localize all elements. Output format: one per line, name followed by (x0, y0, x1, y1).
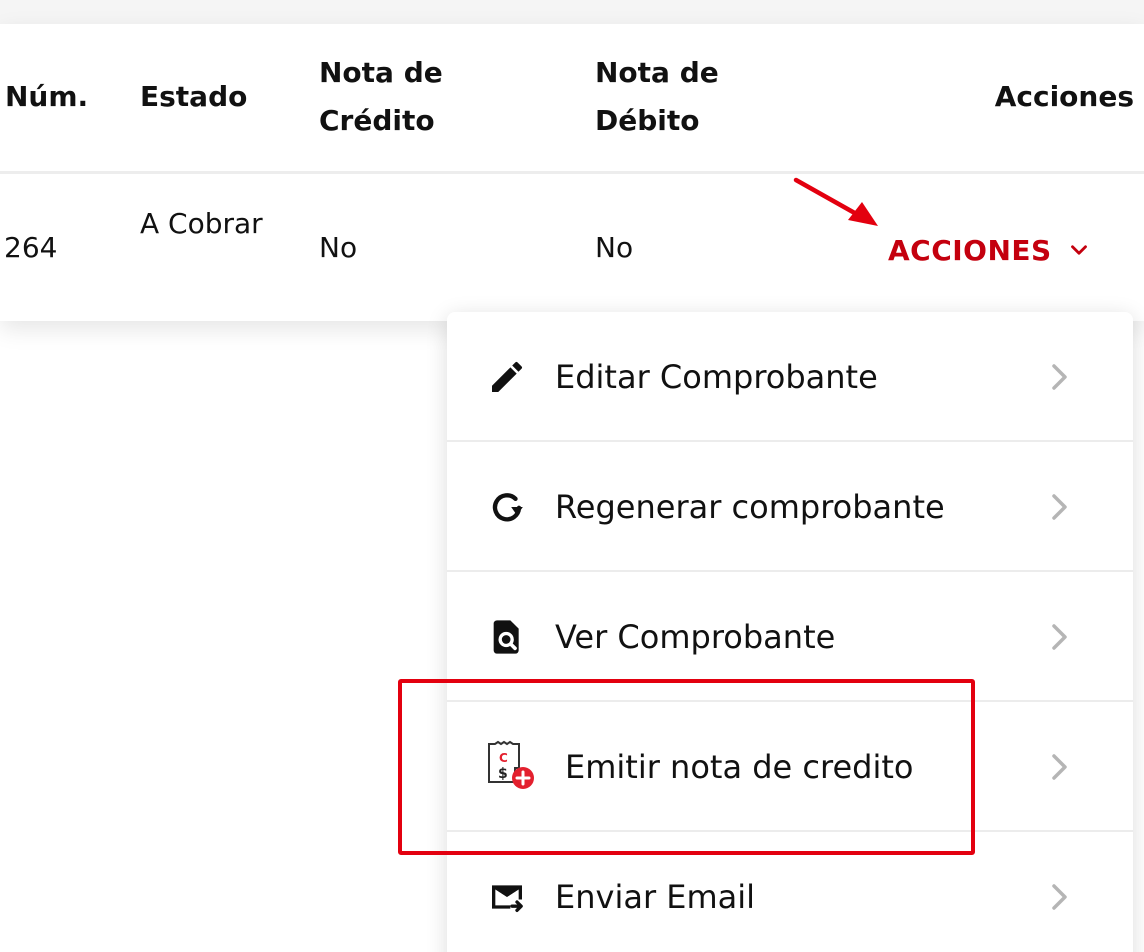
menu-item-regenerar-comprobante[interactable]: Regenerar comprobante (447, 442, 1133, 572)
header-num[interactable]: Núm. (5, 73, 88, 121)
chevron-right-icon (1052, 754, 1067, 780)
menu-item-ver-comprobante[interactable]: Ver Comprobante (447, 572, 1133, 702)
cell-nota-credito: No (319, 231, 358, 264)
annotation-arrow-icon (793, 177, 878, 226)
menu-item-label: Enviar Email (555, 878, 756, 916)
acciones-menu: Editar Comprobante Regenerar comprobante (447, 312, 1133, 952)
chevron-down-icon (1070, 245, 1087, 255)
cell-nota-debito: No (595, 231, 634, 264)
menu-item-label: Regenerar comprobante (555, 488, 945, 526)
header-nota-credito[interactable]: Nota de Crédito (319, 49, 499, 145)
menu-item-editar-comprobante[interactable]: Editar Comprobante (447, 312, 1133, 442)
page: Núm. Estado Nota de Crédito Nota de Débi… (0, 0, 1144, 952)
menu-item-label: Emitir nota de credito (565, 748, 914, 786)
chevron-right-icon (1052, 364, 1067, 390)
header-nota-debito[interactable]: Nota de Débito (595, 49, 775, 145)
email-send-icon (492, 885, 523, 912)
header-divider (0, 171, 1144, 174)
chevron-right-icon (1052, 624, 1067, 650)
pencil-icon (492, 361, 523, 392)
refresh-icon (492, 493, 523, 522)
cell-num: 264 (4, 231, 58, 264)
menu-item-enviar-email[interactable]: Enviar Email (447, 832, 1133, 952)
header-acciones: Acciones (994, 80, 1134, 113)
svg-text:C: C (499, 751, 508, 765)
acciones-button-label: ACCIONES (888, 233, 1052, 267)
header-estado[interactable]: Estado (140, 73, 247, 121)
top-strip (0, 0, 1144, 24)
menu-item-emitir-nota-de-credito[interactable]: C $ Emitir nota de credito (447, 702, 1133, 832)
credit-note-add-icon: C $ (488, 740, 534, 789)
acciones-dropdown-button[interactable]: ACCIONES (888, 226, 1092, 274)
document-search-icon (493, 620, 519, 654)
chevron-right-icon (1052, 494, 1067, 520)
cell-estado: A Cobrar (140, 207, 263, 240)
menu-item-label: Ver Comprobante (555, 618, 836, 656)
chevron-right-icon (1052, 884, 1067, 910)
menu-item-label: Editar Comprobante (555, 358, 878, 396)
svg-text:$: $ (498, 766, 508, 782)
